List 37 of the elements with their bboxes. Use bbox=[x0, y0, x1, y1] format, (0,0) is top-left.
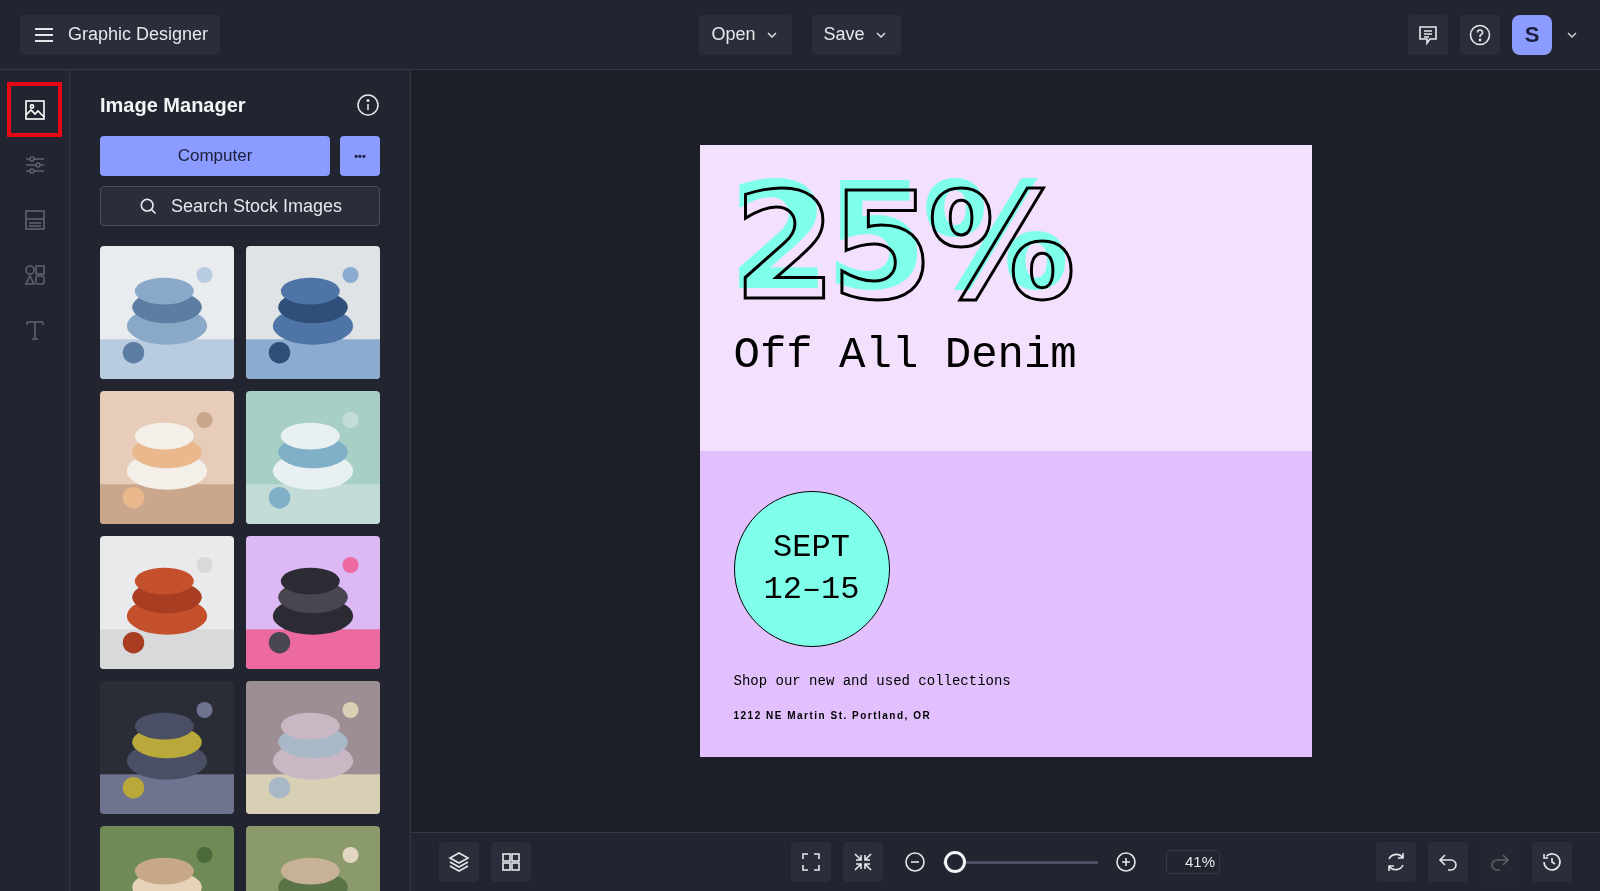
search-field[interactable]: Search Stock Images bbox=[100, 186, 380, 226]
sidebar-tab[interactable] bbox=[7, 82, 62, 137]
menu-dropdown-button[interactable]: Save bbox=[811, 14, 901, 55]
zoom-slider-thumb[interactable] bbox=[944, 850, 967, 873]
user-avatar[interactable]: S bbox=[1512, 14, 1552, 55]
grid-icon bbox=[499, 850, 523, 874]
grid-button[interactable] bbox=[491, 842, 531, 882]
shapes-icon bbox=[22, 262, 47, 287]
history-button[interactable] bbox=[1532, 842, 1572, 882]
fit-screen-button[interactable] bbox=[791, 842, 831, 882]
layers-icon bbox=[447, 850, 471, 874]
date-month: SEPT bbox=[773, 528, 850, 569]
comments-button[interactable] bbox=[1408, 14, 1448, 55]
computer-upload-button[interactable]: Computer bbox=[100, 136, 330, 176]
help-icon bbox=[1468, 22, 1492, 47]
shrink-button[interactable] bbox=[843, 842, 883, 882]
zoom-in-icon[interactable] bbox=[1114, 850, 1138, 874]
image-icon bbox=[22, 97, 47, 122]
more-options-button[interactable]: ••• bbox=[340, 136, 380, 176]
history-icon bbox=[1540, 850, 1564, 874]
app-menu-button[interactable]: Graphic Designer bbox=[20, 14, 221, 55]
menu-dropdown-button[interactable]: Open bbox=[699, 14, 792, 55]
date-range: 12–15 bbox=[763, 570, 860, 610]
undo-button[interactable] bbox=[1428, 842, 1468, 882]
layers-button[interactable] bbox=[439, 842, 479, 882]
address: 1212 NE Martin St. Portland, OR bbox=[733, 709, 932, 723]
help-button[interactable] bbox=[1460, 14, 1500, 55]
search-icon bbox=[138, 196, 158, 216]
panel-title: Image Manager bbox=[100, 93, 246, 118]
tagline: Shop our new and used collections bbox=[733, 672, 1011, 691]
subhead: Off All Denim bbox=[733, 333, 1077, 377]
info-icon[interactable] bbox=[356, 93, 380, 117]
zoom-out-icon[interactable] bbox=[903, 850, 927, 874]
refresh-button[interactable] bbox=[1376, 842, 1416, 882]
zoom-reading[interactable]: 41% bbox=[1166, 850, 1220, 874]
layout-icon bbox=[22, 207, 47, 232]
expand-icon bbox=[799, 850, 823, 874]
